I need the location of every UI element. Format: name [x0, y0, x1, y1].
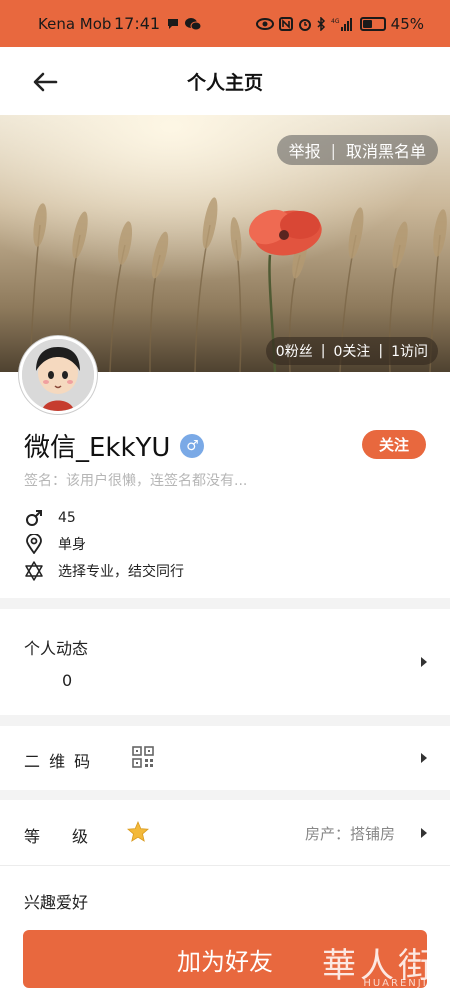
major-row[interactable]: 选择专业，结交同行	[24, 561, 184, 581]
house-status: 房产：搭铺房	[304, 825, 395, 843]
username-row: 微信_EkkYU ♂	[24, 427, 205, 464]
followers-count[interactable]: 0粉丝	[276, 341, 313, 361]
bluetooth-icon	[317, 16, 325, 31]
chevron-right-icon	[421, 657, 427, 667]
carrier-name: Kena Mob	[38, 14, 112, 33]
level-label: 等 级	[24, 827, 89, 846]
system-icons: 4G 45%	[255, 14, 424, 33]
header: 个人主页	[0, 47, 450, 115]
nfc-icon	[278, 16, 293, 31]
notification-icons	[166, 17, 202, 31]
level-card: 等 级 房产：搭铺房 兴趣爱好	[0, 800, 450, 930]
alarm-icon	[298, 18, 311, 31]
clock: 17:41	[114, 14, 161, 33]
hexagram-icon	[24, 561, 44, 581]
chevron-right-icon	[421, 828, 427, 838]
battery-percent: 45%	[390, 14, 424, 33]
level-row[interactable]: 等 级 房产：搭铺房	[0, 800, 450, 866]
qrcode-label: 二 维 码	[24, 752, 93, 771]
hobbies-label: 兴趣爱好	[24, 893, 89, 912]
moments-label: 个人动态	[24, 639, 89, 658]
qrcode-card[interactable]: 二 维 码	[0, 726, 450, 790]
stats-pill: 0粉丝 | 0关注 | 1访问	[265, 337, 438, 365]
qr-code-icon	[132, 746, 154, 768]
visits-count[interactable]: 1访问	[391, 341, 428, 361]
male-icon	[24, 508, 44, 528]
watermark-text: HUARENJIE	[363, 978, 436, 989]
age-value: 45	[58, 510, 76, 526]
relationship-row: 单身	[24, 534, 86, 554]
status-bar: Kena Mob 17:41 4G 45%	[0, 0, 450, 47]
star-icon	[127, 821, 149, 842]
signature: 签名：该用户很懒，连签名都没有...	[24, 473, 248, 489]
username: 微信_EkkYU	[24, 433, 171, 463]
follow-button[interactable]: 关注	[362, 430, 426, 459]
following-count[interactable]: 0关注	[333, 341, 370, 361]
moments-card[interactable]: 个人动态 0	[0, 609, 450, 715]
age-row: 45	[24, 508, 76, 528]
battery-icon	[359, 16, 386, 31]
male-gender-icon: ♂	[180, 433, 205, 458]
major-value: 选择专业，结交同行	[58, 564, 184, 580]
svg-text:4G: 4G	[331, 18, 340, 25]
avatar[interactable]	[19, 336, 97, 414]
divider: |	[378, 343, 384, 359]
moments-count: 0	[62, 671, 73, 690]
wechat-icon	[185, 17, 202, 30]
eye-icon	[255, 17, 274, 30]
chevron-right-icon	[421, 753, 427, 763]
page-title: 个人主页	[186, 71, 263, 94]
bottom-bar: 加为好友 華人街 HUARENJIE	[0, 918, 450, 1000]
cover-image: 举报 | 取消黑名单 0粉丝 | 0关注 | 1访问	[0, 115, 450, 372]
location-pin-icon	[24, 534, 44, 554]
profile-card: 微信_EkkYU ♂ 关注 签名：该用户很懒，连签名都没有... 45 单身 选…	[0, 336, 450, 598]
divider: |	[320, 343, 326, 359]
report-button[interactable]: 举报	[289, 138, 321, 162]
signal-icon: 4G	[331, 17, 352, 31]
divider: |	[330, 140, 336, 160]
relationship-status: 单身	[58, 537, 86, 553]
battery-fill	[362, 19, 372, 28]
unblock-button[interactable]: 取消黑名单	[346, 138, 426, 162]
arrow-left-icon[interactable]	[32, 69, 58, 95]
report-actions: 举报 | 取消黑名单	[276, 135, 438, 165]
message-icon	[168, 18, 179, 29]
